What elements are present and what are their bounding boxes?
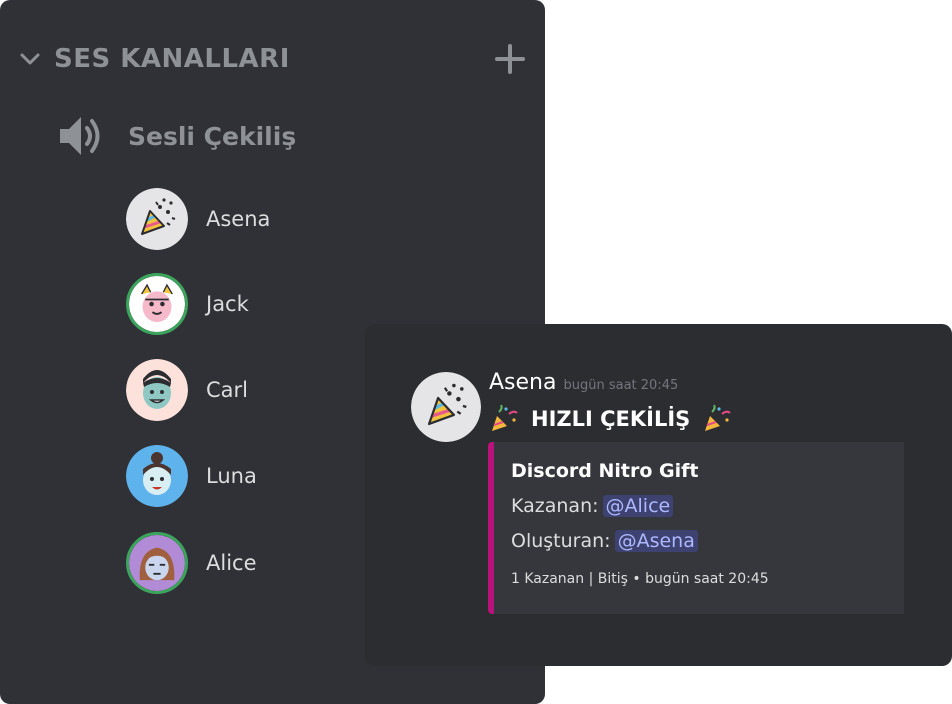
creator-mention[interactable]: @Asena <box>614 530 698 552</box>
avatar <box>126 273 188 335</box>
giveaway-embed: Discord Nitro Gift Kazanan: @Alice Oluşt… <box>488 442 904 614</box>
message-timestamp: bugün saat 20:45 <box>563 378 679 393</box>
face-peach-icon <box>126 359 188 421</box>
party-popper-icon <box>489 404 519 434</box>
face-purple-icon <box>129 535 185 591</box>
author-name[interactable]: Asena <box>489 370 556 395</box>
creator-label: Oluşturan: <box>511 530 611 552</box>
plus-icon <box>495 44 525 74</box>
avatar <box>126 188 188 250</box>
voice-category-header[interactable]: SES KANALLARI <box>18 36 528 82</box>
avatar <box>126 445 188 507</box>
member-name: Alice <box>206 551 257 575</box>
chevron-down-icon[interactable] <box>18 47 42 71</box>
winner-label: Kazanan: <box>511 495 599 517</box>
create-channel-button[interactable] <box>492 41 528 77</box>
party-popper-icon <box>411 372 481 442</box>
author-avatar[interactable] <box>411 372 481 442</box>
embed-title: Discord Nitro Gift <box>511 460 699 482</box>
embed-winner-field: Kazanan: @Alice <box>511 495 904 517</box>
channel-name: Sesli Çekiliş <box>128 121 297 151</box>
embed-creator-field: Oluşturan: @Asena <box>511 530 904 552</box>
message-title: HIZLI ÇEKİLİŞ <box>531 407 691 431</box>
message-content: HIZLI ÇEKİLİŞ <box>489 404 732 434</box>
voice-member-asena[interactable]: Asena <box>126 186 426 252</box>
message-header: Asena bugün saat 20:45 <box>489 370 678 395</box>
avatar <box>126 359 188 421</box>
embed-footer: 1 Kazanan | Bitiş • bugün saat 20:45 <box>511 571 769 587</box>
party-popper-icon <box>126 188 188 250</box>
member-name: Jack <box>206 292 249 316</box>
voice-channel-item[interactable]: Sesli Çekiliş <box>56 108 456 164</box>
member-name: Carl <box>206 378 248 402</box>
speaker-icon <box>56 111 106 161</box>
category-label: SES KANALLARI <box>54 44 290 74</box>
winner-mention[interactable]: @Alice <box>602 495 674 517</box>
party-popper-icon <box>702 404 732 434</box>
face-blue-icon <box>126 445 188 507</box>
giveaway-message-card: Asena bugün saat 20:45 HIZLI ÇEKİLİŞ Dis… <box>365 324 952 666</box>
member-name: Asena <box>206 207 271 231</box>
member-name: Luna <box>206 464 257 488</box>
pink-character-icon <box>129 276 185 332</box>
avatar <box>126 532 188 594</box>
